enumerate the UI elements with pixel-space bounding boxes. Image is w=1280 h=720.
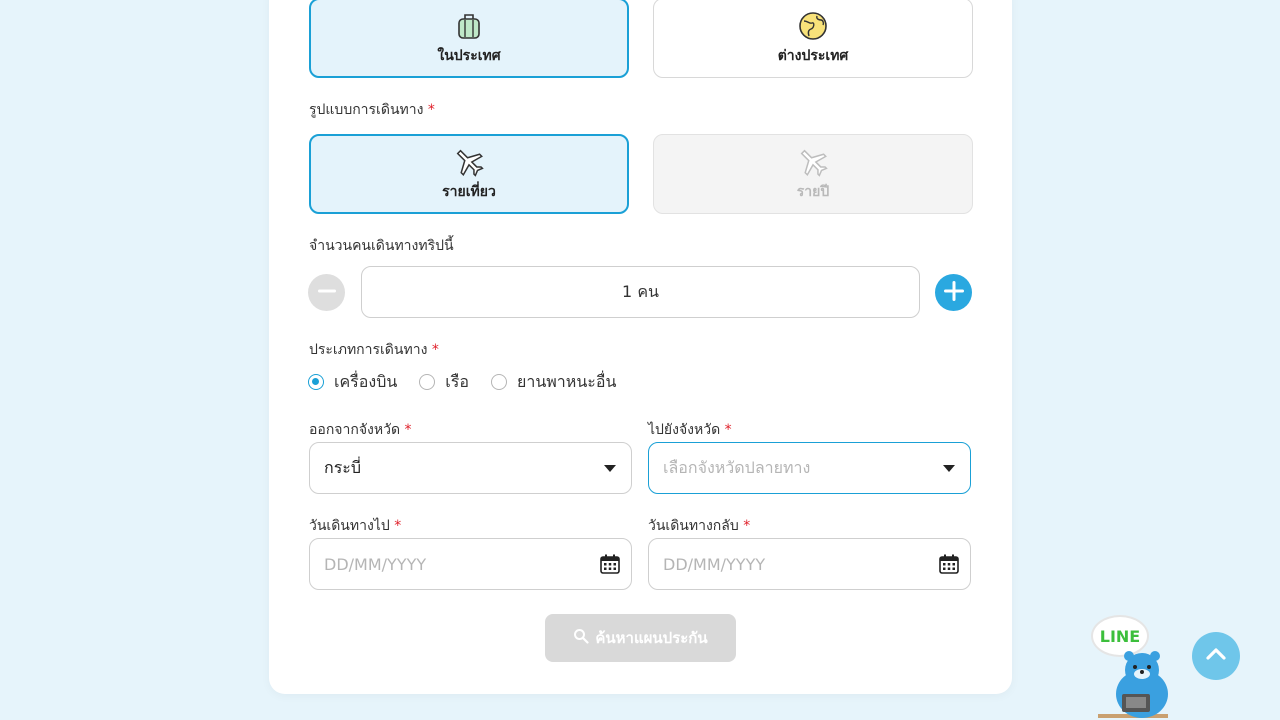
option-annual: รายปี (653, 134, 973, 214)
required-mark: * (724, 422, 732, 438)
minus-icon (317, 281, 337, 305)
return-date-placeholder: DD/MM/YYYY (663, 554, 766, 574)
option-international-label: ต่างประเทศ (777, 48, 849, 64)
search-icon (573, 628, 595, 648)
radio-boat-label: เรือ (445, 371, 469, 391)
calendar-icon[interactable] (599, 553, 621, 579)
airplane-icon (452, 145, 486, 179)
from-province-select[interactable]: กระบี่ (309, 442, 632, 494)
chevron-down-icon (943, 465, 955, 472)
option-single-trip-label: รายเที่ยว (442, 184, 496, 200)
from-province-value: กระบี่ (324, 457, 362, 477)
to-province-select[interactable]: เลือกจังหวัดปลายทาง (648, 442, 971, 494)
depart-date-label-text: วันเดินทางไป (309, 518, 390, 534)
scroll-to-top-button[interactable] (1192, 632, 1240, 680)
plus-icon (943, 280, 965, 306)
increase-travelers-button[interactable] (935, 274, 972, 311)
travel-type-radio-group: เครื่องบิน เรือ ยานพาหนะอื่น (308, 370, 638, 394)
luggage-icon (452, 9, 486, 43)
search-plan-button[interactable]: ค้นหาแผนประกัน (545, 614, 736, 662)
return-date-label: วันเดินทางกลับ * (648, 515, 750, 537)
option-annual-label: รายปี (796, 184, 830, 200)
travel-format-label: รูปแบบการเดินทาง * (309, 99, 435, 121)
travel-type-label: ประเภทการเดินทาง * (309, 339, 439, 361)
return-date-input[interactable]: DD/MM/YYYY (648, 538, 971, 590)
to-province-label: ไปยังจังหวัด * (648, 419, 732, 441)
chevron-down-icon (604, 465, 616, 472)
required-mark: * (427, 102, 435, 118)
radio-airplane-dot[interactable] (308, 374, 324, 390)
travel-format-label-text: รูปแบบการเดินทาง (309, 102, 424, 118)
depart-date-label: วันเดินทางไป * (309, 515, 401, 537)
radio-boat[interactable]: เรือ (419, 370, 469, 395)
radio-other-vehicle[interactable]: ยานพาหนะอื่น (490, 370, 617, 395)
to-province-label-text: ไปยังจังหวัด (648, 422, 721, 438)
option-international[interactable]: ต่างประเทศ (653, 0, 973, 78)
from-province-label: ออกจากจังหวัด * (309, 419, 412, 441)
search-plan-button-label: ค้นหาแผนประกัน (595, 629, 708, 647)
to-province-placeholder: เลือกจังหวัดปลายทาง (663, 457, 811, 477)
travelers-label: จำนวนคนเดินทางทริปนี้ (309, 238, 454, 254)
option-single-trip[interactable]: รายเที่ยว (309, 134, 629, 214)
option-domestic-label: ในประเทศ (437, 48, 501, 64)
radio-airplane[interactable]: เครื่องบิน (308, 370, 397, 395)
airplane-icon (796, 145, 830, 179)
required-mark: * (743, 518, 751, 534)
radio-other-vehicle-label: ยานพาหนะอื่น (516, 371, 617, 391)
required-mark: * (394, 518, 402, 534)
return-date-label-text: วันเดินทางกลับ (648, 518, 739, 534)
chevron-up-icon (1204, 642, 1228, 670)
radio-airplane-label: เครื่องบิน (334, 371, 398, 391)
travel-type-label-text: ประเภทการเดินทาง (309, 342, 428, 358)
depart-date-placeholder: DD/MM/YYYY (324, 554, 427, 574)
radio-boat-dot[interactable] (419, 374, 436, 390)
travelers-count: 1 คน (361, 266, 920, 318)
globe-icon (796, 9, 830, 43)
radio-other-vehicle-dot[interactable] (490, 374, 507, 390)
option-domestic[interactable]: ในประเทศ (309, 0, 629, 78)
calendar-icon[interactable] (938, 553, 960, 579)
depart-date-input[interactable]: DD/MM/YYYY (309, 538, 632, 590)
line-chat-label: LINE (1099, 626, 1141, 646)
from-province-label-text: ออกจากจังหวัด (309, 422, 401, 438)
decrease-travelers-button[interactable] (308, 274, 345, 311)
required-mark: * (404, 422, 412, 438)
line-mascot-bear[interactable] (1098, 648, 1184, 720)
required-mark: * (431, 342, 439, 358)
